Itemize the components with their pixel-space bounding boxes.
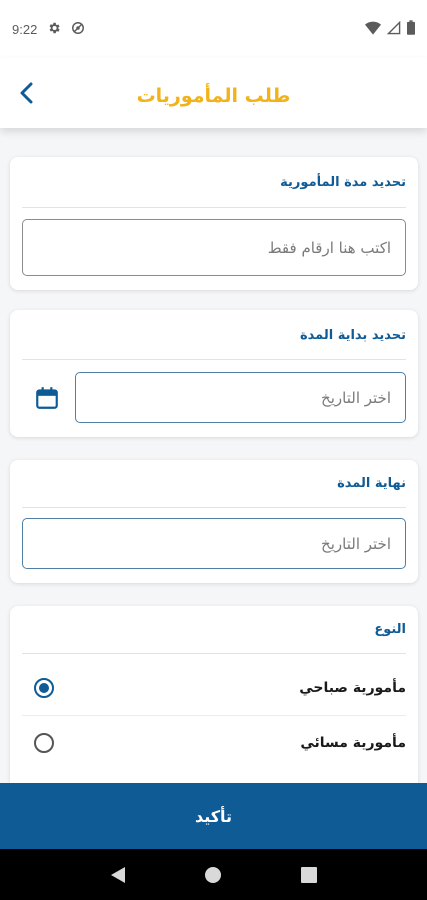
duration-placeholder: اكتب هنا ارقام فقط [267,238,391,257]
radio-button-morning[interactable] [34,678,54,698]
duration-title: تحديد مدة المأمورية [280,175,406,190]
type-card: النوع مأمورية صباحي مأمورية مسائي [10,606,418,783]
recents-square-icon[interactable] [294,860,324,890]
back-triangle-icon[interactable] [103,860,133,890]
end-date-placeholder: اختر التاريخ [321,534,391,553]
radio-label-evening: مأمورية مسائي [300,735,406,751]
status-bar: 9:22 [0,0,427,58]
radio-button-evening[interactable] [34,733,54,753]
gear-icon [47,21,61,38]
app-header: طلب المأموريات [0,58,427,128]
home-circle-icon[interactable] [198,860,228,890]
end-date-card: نهاية المدة اختر التاريخ [10,460,418,583]
divider [22,653,406,654]
start-date-card: تحديد بداية المدة اختر التاريخ [10,310,418,437]
start-date-placeholder: اختر التاريخ [321,388,391,407]
type-title: النوع [374,622,406,637]
page-title: طلب المأموريات [136,85,291,107]
sync-icon [71,21,85,38]
divider [22,507,406,508]
status-time: 9:22 [12,21,38,37]
battery-icon [407,20,415,38]
radio-option-evening[interactable]: مأمورية مسائي [10,716,418,770]
start-date-input[interactable]: اختر التاريخ [75,372,406,423]
divider [22,359,406,360]
duration-input[interactable]: اكتب هنا ارقام فقط [22,219,406,276]
end-date-input[interactable]: اختر التاريخ [22,518,406,569]
duration-card: تحديد مدة المأمورية اكتب هنا ارقام فقط [10,157,418,290]
system-nav-bar [0,849,427,900]
confirm-button[interactable]: تأكيد [0,783,427,849]
end-date-title: نهاية المدة [337,476,406,491]
wifi-icon [365,21,381,38]
radio-label-morning: مأمورية صباحي [299,680,406,696]
status-right [365,20,415,38]
calendar-icon[interactable] [34,385,60,411]
status-left: 9:22 [12,21,85,38]
radio-option-morning[interactable]: مأمورية صباحي [10,661,418,715]
signal-icon [386,20,401,38]
start-date-title: تحديد بداية المدة [299,328,406,343]
divider [22,207,406,208]
